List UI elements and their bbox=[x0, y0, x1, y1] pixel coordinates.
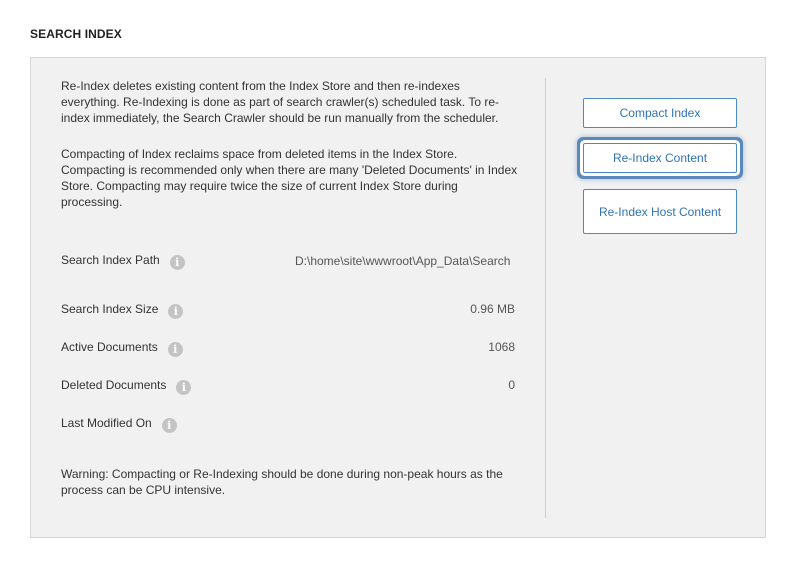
warning-text: Warning: Compacting or Re-Indexing shoul… bbox=[61, 467, 503, 497]
deleted-documents-value: 0 bbox=[508, 378, 515, 392]
description-block: Re-Index deletes existing content from t… bbox=[61, 78, 521, 230]
info-icon[interactable]: i bbox=[167, 342, 183, 357]
deleted-documents-label-text: Deleted Documents bbox=[61, 378, 167, 392]
compact-index-button[interactable]: Compact Index bbox=[583, 98, 737, 128]
reindex-description: Re-Index deletes existing content from t… bbox=[61, 79, 499, 125]
info-icon[interactable]: i bbox=[169, 255, 185, 270]
reindex-content-button[interactable]: Re-Index Content bbox=[583, 143, 737, 173]
search-index-panel: Re-Index deletes existing content from t… bbox=[30, 57, 766, 538]
info-icon[interactable]: i bbox=[168, 304, 184, 319]
section-title: SEARCH INDEX bbox=[30, 27, 122, 41]
last-modified-label-text: Last Modified On bbox=[61, 416, 152, 430]
info-icon[interactable]: i bbox=[176, 380, 192, 395]
active-documents-label-text: Active Documents bbox=[61, 340, 158, 354]
compact-description: Compacting of Index reclaims space from … bbox=[61, 147, 518, 209]
search-index-size-label-text: Search Index Size bbox=[61, 302, 159, 316]
active-documents-value: 1068 bbox=[488, 340, 515, 354]
active-documents-label: Active Documents i bbox=[61, 340, 183, 357]
info-icon[interactable]: i bbox=[161, 418, 177, 433]
search-index-path-value: D:\home\site\wwwroot\App_Data\Search bbox=[295, 254, 511, 268]
search-index-path-label-text: Search Index Path bbox=[61, 253, 160, 267]
reindex-host-content-button[interactable]: Re-Index Host Content bbox=[583, 189, 737, 234]
last-modified-label: Last Modified On i bbox=[61, 416, 177, 433]
search-index-path-label: Search Index Path i bbox=[61, 253, 185, 270]
search-index-size-label: Search Index Size i bbox=[61, 302, 184, 319]
search-index-size-value: 0.96 MB bbox=[470, 302, 515, 316]
deleted-documents-label: Deleted Documents i bbox=[61, 378, 192, 395]
column-divider bbox=[545, 78, 546, 518]
